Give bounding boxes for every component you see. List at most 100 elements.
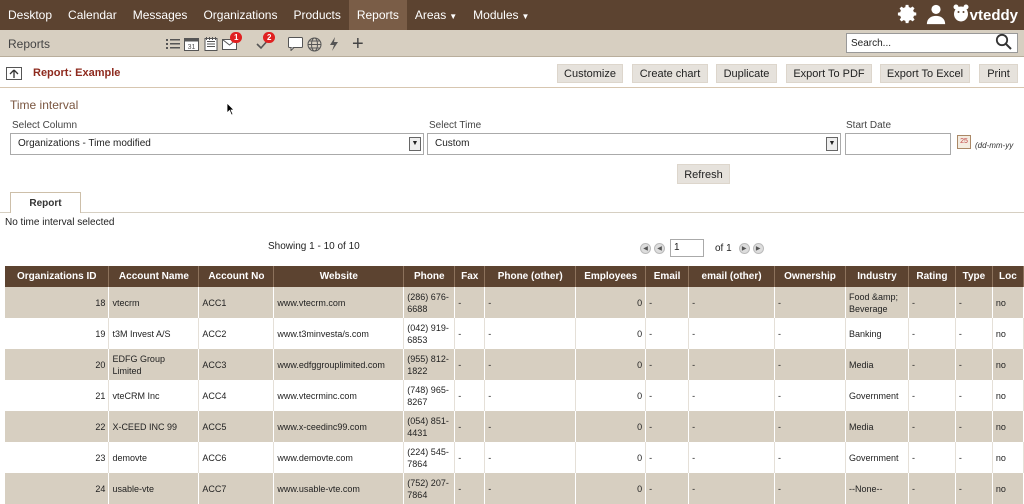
column-header[interactable]: Employees (575, 266, 647, 287)
table-cell: - (484, 287, 577, 318)
table-header-row: Organizations ID Account Name Account No We… (5, 266, 1024, 287)
chevron-down-icon: ▼ (521, 12, 530, 21)
last-page-icon[interactable]: ▶ (752, 242, 764, 254)
nav-organizations[interactable]: Organizations (195, 0, 285, 30)
refresh-button[interactable]: Refresh (677, 164, 730, 184)
table-cell: - (955, 380, 993, 411)
column-header[interactable]: Account No (198, 266, 275, 287)
table-cell: 23 (5, 442, 110, 473)
table-cell: - (908, 411, 956, 442)
table-row[interactable]: 21 vteCRM Inc ACC4 www.vtecrminc.com (748) 9… (5, 380, 1024, 411)
logo: vteddy (953, 4, 1018, 26)
table-cell: - (484, 380, 577, 411)
mail-icon[interactable]: 1 (221, 31, 243, 53)
table-cell: 0 (575, 380, 647, 411)
table-cell: (752) 207-7864 (403, 473, 456, 504)
table-cell: - (645, 380, 690, 411)
plus-icon[interactable]: + (352, 34, 364, 54)
user-icon[interactable] (925, 3, 947, 28)
table-row[interactable]: 22 X-CEED INC 99 ACC5 www.x-ceedinc99.com (0… (5, 411, 1024, 442)
column-header[interactable]: Organizations ID (5, 266, 110, 287)
prev-page-icon[interactable]: ◀ (654, 242, 665, 254)
search-box (846, 33, 1018, 53)
table-cell: vtecrm (108, 287, 200, 318)
table-cell: ACC2 (198, 318, 275, 349)
mail-badge: 1 (230, 31, 243, 43)
print-button[interactable]: Print (979, 64, 1018, 83)
table-cell: - (908, 318, 956, 349)
table-cell: - (908, 349, 956, 380)
select-column-value: Organizations - Time modified (18, 138, 151, 149)
table-cell: - (774, 442, 846, 473)
table-cell: Government (845, 380, 909, 411)
table-row[interactable]: 18 vtecrm ACC1 www.vtecrm.com (286) 676-6688… (5, 287, 1024, 318)
export-excel-button[interactable]: Export To Excel (880, 64, 970, 83)
table-cell: - (454, 349, 486, 380)
table-cell: www.vtecrminc.com (273, 380, 405, 411)
calendar-icon[interactable]: 31 (183, 36, 200, 53)
nav-calendar[interactable]: Calendar (60, 0, 125, 30)
list-icon[interactable] (164, 36, 181, 53)
table-row[interactable]: 19 t3M Invest A/S ACC2 www.t3minvesta/s.com… (5, 318, 1024, 349)
start-date-input[interactable] (845, 133, 951, 155)
table-cell: - (908, 473, 956, 504)
next-page-icon[interactable]: ▶ (738, 242, 750, 254)
page-number-input[interactable]: 1 (670, 239, 704, 257)
table-cell: - (955, 287, 993, 318)
calendar-picker-icon[interactable]: 25 (957, 135, 971, 149)
column-header[interactable]: Fax (454, 266, 486, 287)
nav-products[interactable]: Products (285, 0, 348, 30)
column-header[interactable]: Phone (other) (484, 266, 577, 287)
check-icon[interactable]: 2 (254, 31, 276, 53)
globe-icon[interactable] (306, 36, 323, 53)
bolt-icon[interactable] (325, 36, 342, 53)
chat-icon[interactable] (287, 36, 304, 53)
column-header[interactable]: Website (273, 266, 405, 287)
gear-icon[interactable] (897, 3, 919, 28)
column-header[interactable]: Ownership (774, 266, 846, 287)
table-cell: (286) 676-6688 (403, 287, 456, 318)
column-header[interactable]: Phone (403, 266, 456, 287)
table-cell: EDFG Group Limited (108, 349, 200, 380)
customize-button[interactable]: Customize (557, 64, 623, 83)
table-cell: demovte (108, 442, 200, 473)
search-input[interactable] (847, 34, 995, 52)
table-row[interactable]: 24 usable-vte ACC7 www.usable-vte.com (752) … (5, 473, 1024, 504)
column-header[interactable]: Rating (908, 266, 956, 287)
search-icon[interactable] (995, 33, 1012, 53)
table-row[interactable]: 23 demovte ACC6 www.demovte.com (224) 545-78… (5, 442, 1024, 473)
table-cell: - (688, 380, 776, 411)
table-cell: - (774, 411, 846, 442)
mouse-cursor-icon (226, 102, 235, 116)
duplicate-button[interactable]: Duplicate (716, 64, 777, 83)
nav-areas[interactable]: Areas ▼ (407, 0, 465, 30)
report-table: Organizations ID Account Name Account No We… (5, 266, 1024, 504)
column-header[interactable]: Industry (845, 266, 909, 287)
column-header[interactable]: Account Name (108, 266, 200, 287)
tab-report[interactable]: Report (10, 192, 81, 213)
first-page-icon[interactable]: ◀ (640, 242, 651, 254)
select-column-dropdown[interactable]: Organizations - Time modified ▼ (10, 133, 424, 155)
table-cell: ACC7 (198, 473, 275, 504)
notebook-icon[interactable] (202, 36, 219, 53)
table-cell: - (454, 380, 486, 411)
table-cell: - (645, 442, 690, 473)
table-cell: - (688, 442, 776, 473)
nav-messages[interactable]: Messages (125, 0, 196, 30)
back-up-icon[interactable] (6, 67, 22, 80)
nav-modules[interactable]: Modules ▼ (465, 0, 537, 30)
nav-desktop[interactable]: Desktop (0, 0, 60, 30)
create-chart-button[interactable]: Create chart (632, 64, 708, 83)
table-cell: Food &amp; Beverage (845, 287, 909, 318)
column-header[interactable]: Type (955, 266, 993, 287)
nav-areas-label: Areas (414, 8, 447, 22)
date-format-hint: (dd-mm-yy (975, 141, 1014, 150)
nav-reports[interactable]: Reports (348, 0, 407, 30)
export-pdf-button[interactable]: Export To PDF (786, 64, 872, 83)
column-header[interactable]: email (other) (688, 266, 776, 287)
select-time-dropdown[interactable]: Custom ▼ (427, 133, 841, 155)
column-header[interactable]: Email (645, 266, 690, 287)
column-header[interactable]: Loc (992, 266, 1024, 287)
pager: ◀ ◀ 1 of 1 ▶ ▶ (640, 239, 764, 257)
table-row[interactable]: 20 EDFG Group Limited ACC3 www.edfggrouplim… (5, 349, 1024, 380)
